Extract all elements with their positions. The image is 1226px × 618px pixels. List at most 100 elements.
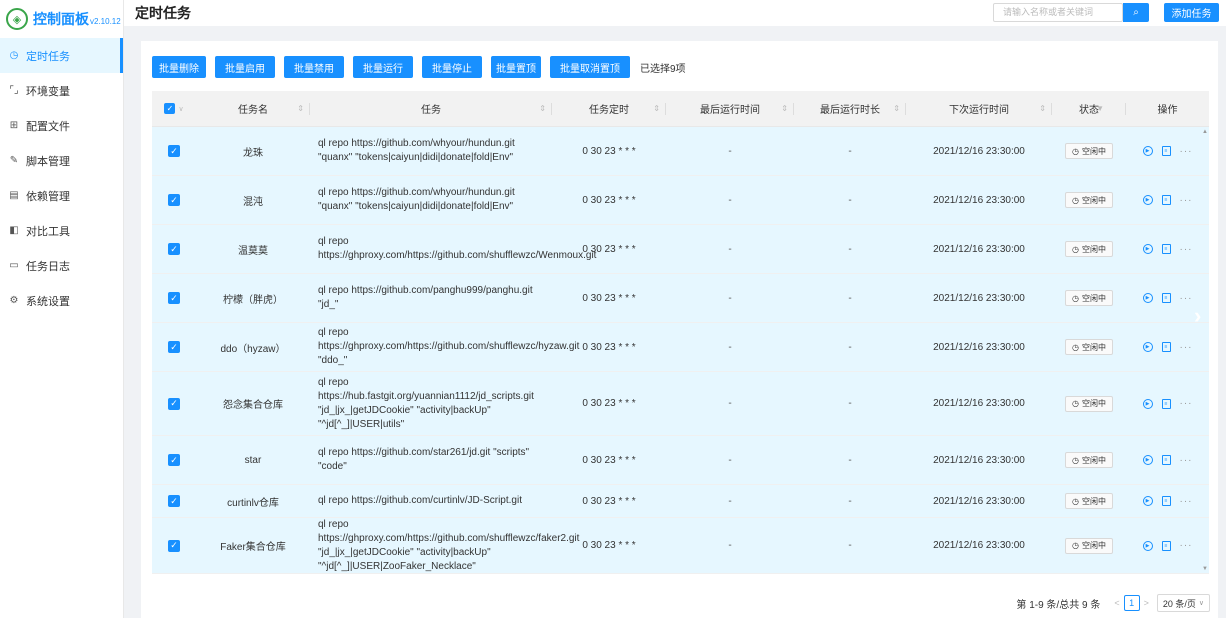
page-size-select[interactable]: 20 条/页 ∨ [1156,594,1210,612]
table-row[interactable]: ✓ 怨念集合仓库 ql repo https://hub.fastgit.org/y… [152,372,1209,436]
column-header-0[interactable]: 任务名 ⇕ [196,91,310,126]
column-header-5[interactable]: 下次运行时间 ⇕ [906,91,1052,126]
more-icon[interactable]: ··· [1180,146,1193,157]
row-checkbox[interactable]: ✓ [168,292,180,304]
row-checkbox[interactable]: ✓ [168,397,180,410]
sort-icon[interactable]: ⇕ [297,104,304,113]
page-1-button[interactable]: 1 [1123,595,1140,611]
chevron-right-icon[interactable]: › [1194,303,1201,329]
table-row[interactable]: ✓ Faker集合仓库 ql repo https://ghproxy.com/ht… [152,518,1209,574]
more-icon[interactable]: ··· [1180,540,1193,551]
prev-page-button[interactable]: < [1114,598,1119,608]
sidebar-item-label: 任务日志 [26,260,70,273]
sidebar-item-6[interactable]: ▭ 任务日志 [0,248,123,283]
log-icon[interactable]: ≡ [1161,342,1171,352]
header-select-all[interactable]: ✓ ∨ [152,91,196,126]
table-row[interactable]: ✓ 柠檬（胖虎） ql repo https://github.com/panghu… [152,274,1209,323]
scroll-down-arrow[interactable]: ▼ [1202,566,1208,572]
row-checkbox[interactable]: ✓ [168,539,180,552]
chevron-down-icon[interactable]: ∨ [178,105,183,113]
batch-button-5[interactable]: 批量置顶 [491,56,541,78]
row-checkbox[interactable]: ✓ [168,243,180,255]
log-icon[interactable]: ≡ [1161,146,1171,156]
column-header-2[interactable]: 任务定时 ⇕ [552,91,666,126]
row-checkbox-cell[interactable]: ✓ [152,127,196,175]
sidebar-item-4[interactable]: ▤ 依赖管理 [0,178,123,213]
row-checkbox-cell[interactable]: ✓ [152,274,196,322]
run-icon[interactable]: ▶ [1142,398,1153,409]
table-row[interactable]: ✓ curtinlv仓库 ql repo https://github.com/cu… [152,485,1209,518]
batch-button-3[interactable]: 批量运行 [353,56,413,78]
log-icon[interactable]: ≡ [1161,195,1171,205]
log-icon[interactable]: ≡ [1161,540,1171,551]
table-row[interactable]: ✓ 龙珠 ql repo https://github.com/whyour/hun… [152,127,1209,176]
row-checkbox[interactable]: ✓ [168,145,180,157]
more-icon[interactable]: ··· [1180,455,1193,466]
row-checkbox-cell[interactable]: ✓ [152,372,196,435]
table-body[interactable]: ▲ ▼ ✓ 龙珠 ql repo https://github.com/whyour… [152,127,1209,574]
more-icon[interactable]: ··· [1180,195,1193,206]
sidebar-item-0[interactable]: ◷ 定时任务 [0,38,123,73]
column-header-4[interactable]: 最后运行时长 ⇕ [794,91,906,126]
sort-icon[interactable]: ⇕ [1039,104,1046,113]
column-header-1[interactable]: 任务 ⇕ [310,91,552,126]
select-all-checkbox[interactable]: ✓ [164,103,176,114]
batch-button-0[interactable]: 批量删除 [152,56,206,78]
log-icon[interactable]: ≡ [1161,455,1171,465]
batch-button-2[interactable]: 批量禁用 [284,56,344,78]
sort-icon[interactable]: ⇕ [539,104,546,113]
row-checkbox-cell[interactable]: ✓ [152,485,196,517]
row-checkbox-cell[interactable]: ✓ [152,436,196,484]
row-checkbox[interactable]: ✓ [168,194,180,206]
scroll-up-arrow[interactable]: ▲ [1202,129,1208,135]
sort-icon[interactable]: ⇕ [781,104,788,113]
run-icon[interactable]: ▶ [1142,195,1153,205]
row-checkbox-cell[interactable]: ✓ [152,225,196,273]
sort-icon[interactable]: ⇕ [653,104,660,113]
table-row[interactable]: ✓ star ql repo https://github.com/star261/… [152,436,1209,485]
run-icon[interactable]: ▶ [1142,342,1153,352]
sidebar-item-1[interactable]: ⌜⌟ 环境变量 [0,73,123,108]
row-checkbox[interactable]: ✓ [168,454,180,466]
batch-button-6[interactable]: 批量取消置顶 [550,56,630,78]
log-icon[interactable]: ≡ [1161,293,1171,303]
table-row[interactable]: ✓ 温莫莫 ql repo https://ghproxy.com/https://… [152,225,1209,274]
table-row[interactable]: ✓ ddo（hyzaw） ql repo https://ghproxy.com/h… [152,323,1209,372]
sidebar-item-5[interactable]: ◧ 对比工具 [0,213,123,248]
sidebar-item-2[interactable]: ⊞ 配置文件 [0,108,123,143]
search-button[interactable]: ⌕ [1123,3,1149,22]
last-run-duration: - [848,292,852,304]
more-icon[interactable]: ··· [1180,342,1193,353]
add-task-button[interactable]: 添加任务 [1164,3,1219,22]
more-icon[interactable]: ··· [1180,496,1193,507]
sidebar-item-3[interactable]: ✎ 脚本管理 [0,143,123,178]
log-icon[interactable]: ≡ [1161,244,1171,254]
sort-icon[interactable]: ⇕ [893,104,900,113]
row-checkbox[interactable]: ✓ [168,341,180,353]
batch-button-4[interactable]: 批量停止 [422,56,482,78]
run-icon[interactable]: ▶ [1142,293,1153,303]
log-icon[interactable]: ≡ [1161,496,1171,506]
more-icon[interactable]: ··· [1180,244,1193,255]
run-icon[interactable]: ▶ [1142,540,1153,551]
sidebar-item-7[interactable]: ⚙ 系统设置 [0,283,123,318]
run-icon[interactable]: ▶ [1142,244,1153,254]
row-checkbox-cell[interactable]: ✓ [152,323,196,371]
row-checkbox-cell[interactable]: ✓ [152,518,196,573]
row-checkbox-cell[interactable]: ✓ [152,176,196,224]
filter-icon[interactable]: ▼ [1096,104,1104,113]
row-checkbox[interactable]: ✓ [168,495,180,507]
table-row[interactable]: ✓ 混沌 ql repo https://github.com/whyour/hun… [152,176,1209,225]
log-icon[interactable]: ≡ [1161,398,1171,409]
more-icon[interactable]: ··· [1180,398,1193,409]
search-input[interactable]: 请输入名称或者关键词 [993,3,1123,22]
next-page-button[interactable]: > [1144,598,1149,608]
column-header-3[interactable]: 最后运行时间 ⇕ [666,91,794,126]
more-icon[interactable]: ··· [1180,293,1193,304]
run-icon[interactable]: ▶ [1142,146,1153,156]
status-cell: ◷ 空闲中 [1052,225,1126,273]
batch-button-1[interactable]: 批量启用 [215,56,275,78]
column-header-6[interactable]: 状态 ▼ [1052,91,1126,126]
run-icon[interactable]: ▶ [1142,496,1153,506]
run-icon[interactable]: ▶ [1142,455,1153,465]
